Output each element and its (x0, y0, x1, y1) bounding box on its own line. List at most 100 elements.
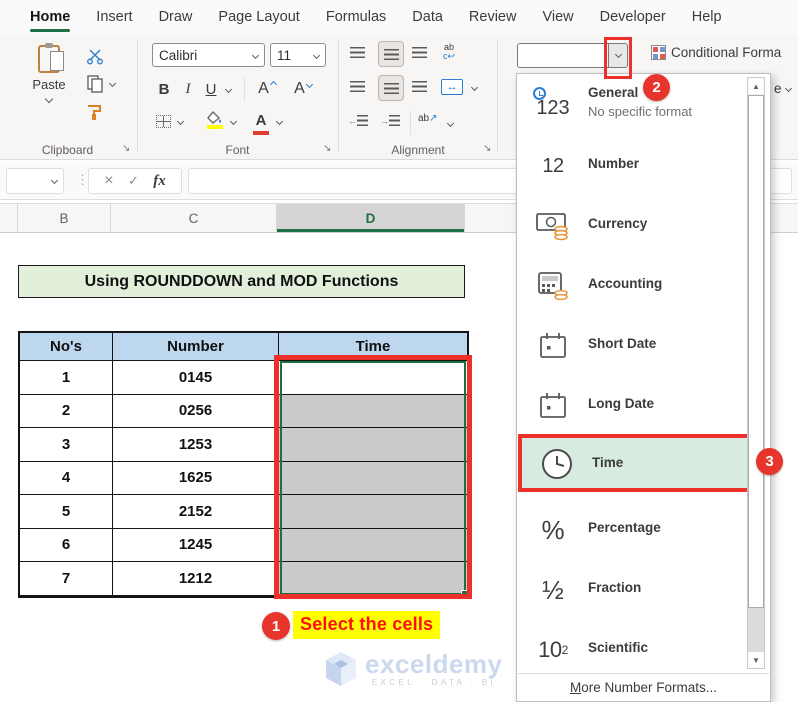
table-header-nos[interactable]: No's (20, 333, 113, 361)
menu-tab-developer[interactable]: Developer (600, 0, 666, 35)
menu-tab-insert[interactable]: Insert (96, 0, 132, 35)
bottom-align-button[interactable] (412, 47, 427, 58)
menu-tab-formulas[interactable]: Formulas (326, 0, 386, 35)
menu-tab-help[interactable]: Help (692, 0, 722, 35)
menu-bar: Home Insert Draw Page Layout Formulas Da… (0, 0, 798, 35)
font-color-icon: A (255, 111, 267, 129)
chevron-down-icon[interactable] (176, 117, 185, 126)
column-header-d[interactable]: D (277, 204, 465, 232)
menu-tab-page-layout[interactable]: Page Layout (218, 0, 299, 35)
menu-tab-view[interactable]: View (542, 0, 573, 35)
align-left-button[interactable] (350, 81, 365, 92)
clipped-ribbon-button[interactable]: e (774, 81, 792, 96)
number-format-combobox[interactable] (517, 43, 609, 68)
underline-button[interactable]: U (201, 77, 221, 101)
cell-number[interactable]: 1625 (113, 461, 279, 495)
scrollbar-thumb[interactable] (748, 95, 764, 608)
increase-indent-button[interactable]: → (380, 115, 400, 126)
wrap-text-button[interactable]: ab c↩ (443, 43, 455, 61)
format-option-currency[interactable]: Currency (518, 200, 744, 252)
format-option-accounting[interactable]: Accounting (518, 260, 744, 312)
orientation-button[interactable]: ab ↗ (418, 113, 438, 124)
table-header-number[interactable]: Number (113, 333, 279, 361)
menu-tab-home[interactable]: Home (30, 0, 71, 35)
cell-no[interactable]: 3 (20, 428, 113, 462)
clock-icon (534, 438, 580, 490)
menu-tab-review[interactable]: Review (469, 0, 517, 35)
increase-indent-icon (389, 115, 400, 126)
dropdown-scrollbar[interactable]: ▲ ▼ (747, 77, 765, 669)
cell-number[interactable]: 2152 (113, 495, 279, 529)
cell-no[interactable]: 5 (20, 495, 113, 529)
cut-button[interactable] (84, 45, 106, 67)
italic-button[interactable]: I (178, 77, 198, 101)
scroll-down-icon[interactable]: ▼ (748, 652, 764, 668)
paste-button[interactable]: Paste (26, 41, 72, 137)
column-header-sliver[interactable] (0, 204, 18, 232)
top-align-button[interactable] (350, 47, 365, 58)
chevron-down-icon[interactable] (470, 83, 479, 92)
middle-align-button[interactable] (378, 41, 404, 67)
cell-no[interactable]: 1 (20, 361, 113, 395)
insert-function-icon[interactable]: fx (153, 173, 166, 190)
enter-icon[interactable]: ✓ (128, 173, 139, 189)
worksheet-title: Using ROUNDDOWN and MOD Functions (18, 265, 465, 298)
scroll-up-icon[interactable]: ▲ (748, 78, 764, 94)
format-option-time[interactable]: Time (518, 434, 752, 492)
format-option-scientific[interactable]: 10 2 Scientific (518, 624, 744, 676)
chevron-down-icon[interactable] (229, 117, 238, 126)
chevron-down-icon[interactable] (108, 79, 117, 88)
format-option-short-date[interactable]: Short Date (518, 320, 744, 372)
merge-center-button[interactable]: ↔ (441, 79, 463, 95)
column-header-b[interactable]: B (18, 204, 111, 232)
format-option-percentage[interactable]: % Percentage (518, 504, 744, 556)
center-button[interactable] (378, 75, 404, 101)
menu-tab-draw[interactable]: Draw (159, 0, 193, 35)
chevron-down-icon[interactable] (446, 119, 455, 128)
align-right-button[interactable] (412, 81, 427, 92)
font-dialog-launcher-icon[interactable]: ↘ (323, 143, 331, 154)
decrease-font-size-button[interactable]: A (290, 77, 316, 101)
cell-no[interactable]: 2 (20, 394, 113, 428)
chevron-down-icon[interactable] (275, 117, 284, 126)
scrollbar-track[interactable] (748, 608, 764, 652)
format-option-general[interactable]: 123 General No specific format (518, 82, 744, 134)
copy-button[interactable] (84, 73, 106, 95)
cell-no[interactable]: 6 (20, 528, 113, 562)
font-color-button[interactable]: A (252, 109, 270, 135)
cell-no[interactable]: 4 (20, 461, 113, 495)
clipboard-dialog-launcher-icon[interactable]: ↘ (122, 143, 130, 154)
column-header-c[interactable]: C (111, 204, 277, 232)
fill-color-button[interactable] (204, 107, 226, 133)
font-color-bar (253, 131, 269, 135)
more-number-formats-item[interactable]: More Number Formats... (517, 680, 770, 695)
watermark: exceldemy EXCEL · DATA · BI (324, 650, 502, 688)
cell-number[interactable]: 1212 (113, 562, 279, 596)
calendar-icon (530, 320, 576, 372)
bold-button[interactable]: B (153, 77, 175, 101)
chevron-down-icon[interactable] (224, 85, 233, 94)
separator (410, 111, 411, 135)
decrease-indent-button[interactable]: ← (348, 115, 368, 126)
borders-button[interactable] (153, 111, 173, 131)
cell-number[interactable]: 1245 (113, 528, 279, 562)
format-option-fraction[interactable]: ½ Fraction (518, 564, 744, 616)
conditional-formatting-button[interactable]: Conditional Forma (651, 45, 781, 60)
cell-number[interactable]: 1253 (113, 428, 279, 462)
cell-number[interactable]: 0256 (113, 394, 279, 428)
cell-number[interactable]: 0145 (113, 361, 279, 395)
format-option-long-date[interactable]: Long Date (518, 380, 744, 432)
increase-font-size-button[interactable]: A (254, 77, 280, 101)
format-option-number[interactable]: 12 Number (518, 140, 744, 192)
cell-no[interactable]: 7 (20, 562, 113, 596)
caret-up-icon (269, 80, 277, 88)
font-size-combobox[interactable]: 11 (270, 43, 326, 67)
font-name-combobox[interactable]: Calibri (152, 43, 265, 67)
fraction-icon: ½ (542, 574, 564, 605)
menu-tab-data[interactable]: Data (412, 0, 443, 35)
format-painter-button[interactable] (84, 101, 106, 123)
name-box[interactable] (6, 168, 64, 194)
cancel-icon[interactable]: × (104, 172, 113, 190)
fill-color-icon (207, 111, 221, 124)
alignment-dialog-launcher-icon[interactable]: ↘ (483, 143, 491, 154)
